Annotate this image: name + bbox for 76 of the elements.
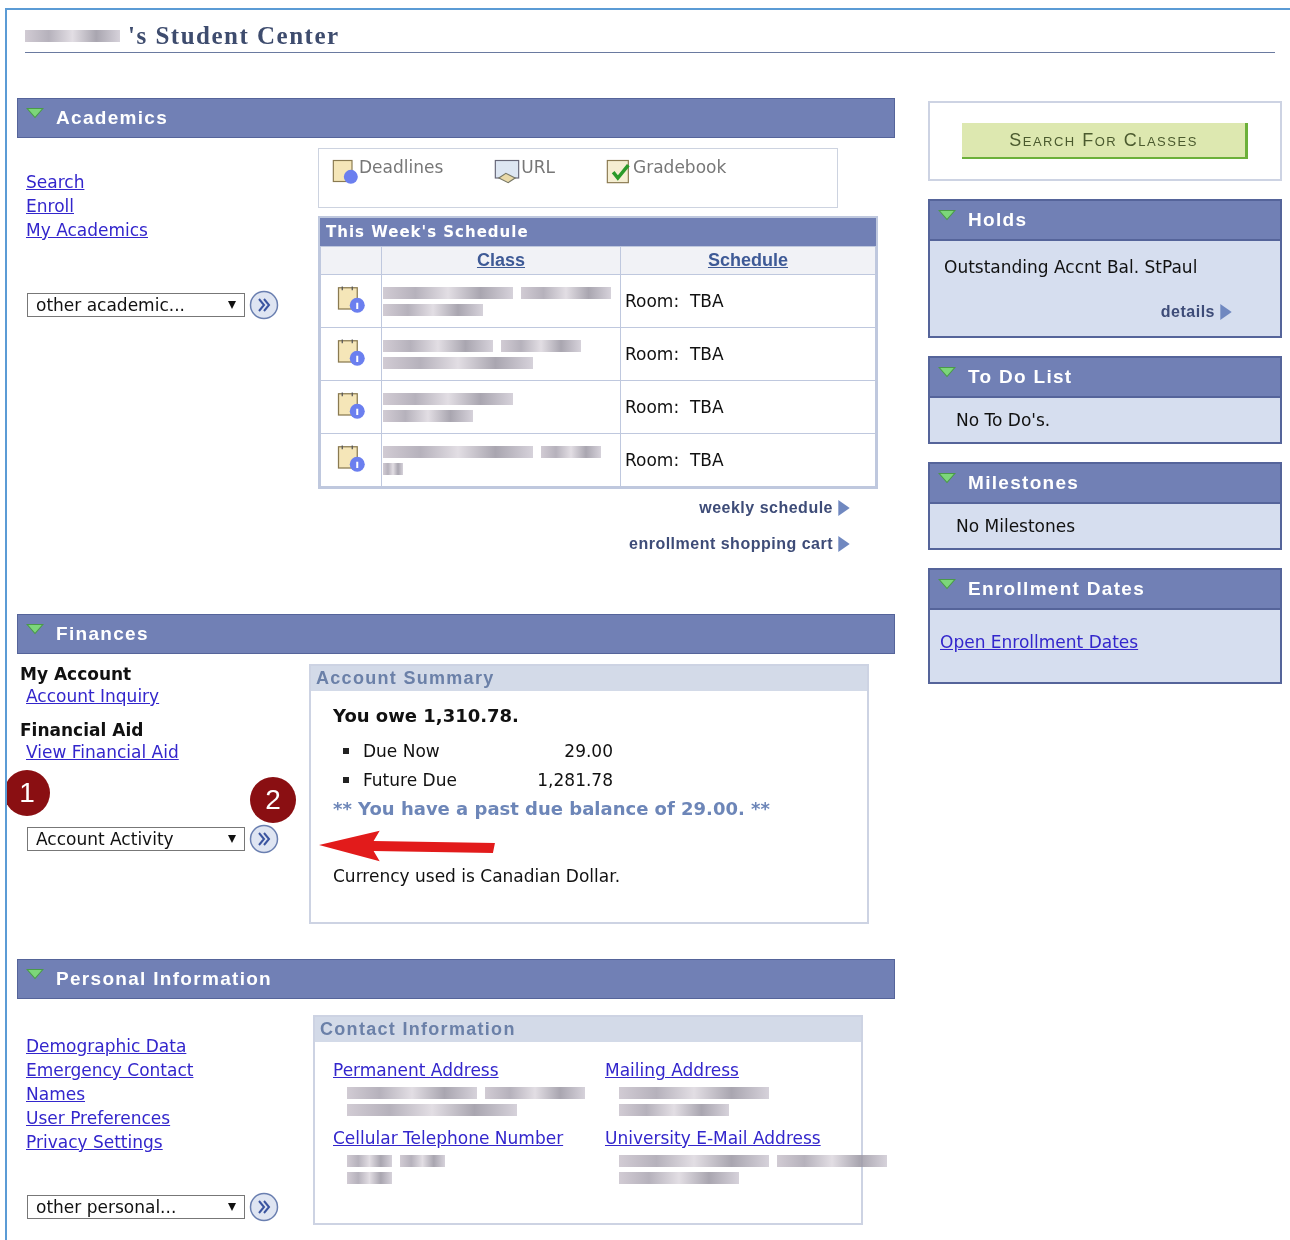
go-icon[interactable] <box>249 1192 279 1222</box>
panel-heading: Holds <box>968 209 1028 231</box>
nav-link[interactable]: Demographic Data <box>26 1034 187 1058</box>
nav-link[interactable]: My Academics <box>26 218 148 242</box>
annotation-marker: 1 <box>7 770 50 816</box>
calendar-info-icon[interactable] <box>336 337 366 367</box>
play-icon <box>1220 304 1232 320</box>
contact-link[interactable]: University E-Mail Address <box>605 1126 821 1150</box>
currency-note: Currency used is Canadian Dollar. <box>333 866 622 886</box>
dropdown[interactable]: other academic... <box>27 293 245 317</box>
group-heading: Financial Aid <box>20 720 145 740</box>
toolbar-link[interactable]: Gradebook <box>605 157 727 199</box>
search-classes-button[interactable]: Search For Classes <box>962 123 1248 159</box>
nav-link[interactable]: Privacy Settings <box>26 1130 163 1154</box>
warning-text: ** You have a past due balance of 29.00. ** <box>333 798 771 819</box>
collapse-triangle-icon[interactable] <box>26 968 44 980</box>
table-cell: Room: TBA <box>625 291 724 311</box>
panel-heading: Enrollment Dates <box>968 578 1146 600</box>
calendar-info-icon[interactable] <box>336 390 366 420</box>
section-header: Personal Information <box>17 959 895 999</box>
due-amount: 29.00 <box>563 740 613 761</box>
column-header[interactable]: Class <box>476 250 525 270</box>
more-link[interactable]: weekly schedule <box>699 499 850 517</box>
contact-link[interactable]: Mailing Address <box>605 1058 739 1082</box>
panel-heading: To Do List <box>968 366 1073 388</box>
calendar-info-icon[interactable] <box>336 443 366 473</box>
annotation-marker: 2 <box>250 777 296 823</box>
panel-text: No To Do's. <box>955 410 1052 430</box>
play-icon <box>838 536 850 552</box>
details-link[interactable]: details <box>1160 303 1232 321</box>
dropdown[interactable]: other personal... <box>27 1195 245 1219</box>
due-label: Future Due <box>363 769 458 790</box>
screen-icon[interactable] <box>493 157 522 185</box>
collapse-triangle-icon[interactable] <box>26 107 44 119</box>
page-title: 's Student Center <box>128 22 340 50</box>
collapse-triangle-icon[interactable] <box>26 623 44 635</box>
section-header: Academics <box>17 98 895 138</box>
panel-title: Account Summary <box>311 666 867 691</box>
table-cell: Room: TBA <box>625 450 724 470</box>
dropdown[interactable]: Account Activity <box>27 827 245 851</box>
collapse-triangle-icon[interactable] <box>938 209 956 221</box>
collapse-triangle-icon[interactable] <box>938 472 956 484</box>
bullet-icon <box>343 747 349 754</box>
table-cell: Room: TBA <box>625 397 724 417</box>
nav-link[interactable]: Enroll <box>26 194 74 218</box>
collapse-triangle-icon[interactable] <box>938 578 956 590</box>
balance-text: You owe 1,310.78. <box>333 705 520 726</box>
calendar-info-icon[interactable] <box>336 284 366 314</box>
go-icon[interactable] <box>249 290 279 320</box>
table-title: This Week's Schedule <box>320 218 876 246</box>
panel-link[interactable]: Open Enrollment Dates <box>940 630 1139 654</box>
panel-title: Contact Information <box>315 1017 861 1042</box>
nav-link[interactable]: Names <box>26 1082 85 1106</box>
panel-text: No Milestones <box>955 516 1077 536</box>
due-amount: 1,281.78 <box>536 769 613 790</box>
nav-link[interactable]: View Financial Aid <box>26 740 179 764</box>
play-icon <box>838 500 850 516</box>
nav-link[interactable]: Search <box>26 170 85 194</box>
nav-link[interactable]: User Preferences <box>26 1106 171 1130</box>
go-icon[interactable] <box>249 824 279 854</box>
nav-link[interactable]: Emergency Contact <box>26 1058 194 1082</box>
panel-heading: Milestones <box>968 472 1080 494</box>
contact-link[interactable]: Cellular Telephone Number <box>333 1126 564 1150</box>
due-label: Due Now <box>363 740 441 761</box>
toolbar-link[interactable]: URL <box>493 157 556 199</box>
nav-link[interactable]: Account Inquiry <box>26 684 160 708</box>
calendar-info-icon[interactable] <box>331 157 359 185</box>
group-heading: My Account <box>20 664 133 684</box>
collapse-triangle-icon[interactable] <box>938 366 956 378</box>
bullet-icon <box>343 776 349 783</box>
toolbar-link[interactable]: Deadlines <box>331 157 444 199</box>
hold-text: Outstanding Accnt Bal. StPaul <box>944 257 1199 277</box>
contact-link[interactable]: Permanent Address <box>333 1058 499 1082</box>
section-header: Finances <box>17 614 895 654</box>
more-link[interactable]: enrollment shopping cart <box>629 535 850 553</box>
table-cell: Room: TBA <box>625 344 724 364</box>
